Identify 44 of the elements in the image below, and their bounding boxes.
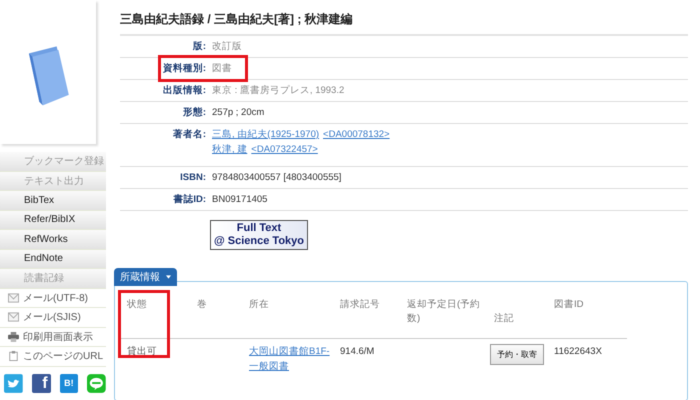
record-title: 三島由紀夫語録 / 三島由紀夫[著] ; 秋津建編 bbox=[120, 11, 354, 28]
field-value: 改訂版 bbox=[212, 41, 242, 52]
caret-icon bbox=[166, 275, 171, 279]
document-icon bbox=[8, 351, 19, 362]
holdings-tab[interactable]: 所蔵情報 bbox=[114, 268, 177, 286]
column-header: 所在 bbox=[243, 298, 334, 339]
facebook-icon[interactable]: f bbox=[32, 374, 51, 392]
field-label: 出版情報: bbox=[162, 85, 206, 96]
column-header: 返却予定日(予約数) bbox=[401, 298, 488, 339]
column-header: 注記 bbox=[488, 298, 548, 339]
envelope-icon bbox=[8, 312, 19, 322]
sidebar-button[interactable]: EndNote bbox=[0, 250, 106, 269]
bird-icon[interactable] bbox=[4, 374, 23, 392]
author-link[interactable]: 三島, 由紀夫(1925-1970) bbox=[212, 129, 320, 140]
column-header: 請求記号 bbox=[334, 298, 401, 339]
envelope-icon bbox=[8, 292, 19, 303]
printer-icon bbox=[8, 332, 19, 342]
sidebar-button[interactable]: RefWorks bbox=[0, 230, 106, 250]
field-value: 東京 : 鷹書房弓プレス, 1993.2 bbox=[212, 85, 344, 96]
author-link[interactable]: <DA07322457> bbox=[251, 144, 318, 155]
author-link[interactable]: <DA00078132> bbox=[323, 129, 390, 140]
sidebar-button[interactable]: Refer/BibIX bbox=[0, 210, 106, 230]
field-value: 9784803400557 [4803400555] bbox=[212, 172, 342, 183]
field-label: 書誌ID: bbox=[172, 194, 206, 205]
field-label: 著者名: bbox=[172, 129, 206, 142]
column-header: 巻 bbox=[191, 298, 243, 339]
field-label: 形態: bbox=[182, 107, 206, 118]
sidebar-button[interactable]: BibTex bbox=[0, 191, 106, 210]
field-value: BN09171405 bbox=[212, 194, 268, 205]
reserve-button[interactable]: 予約・取寄 bbox=[490, 344, 544, 365]
column-header: 状態 bbox=[121, 298, 191, 339]
field-value: 図書 bbox=[212, 63, 232, 74]
column-header: 図書ID bbox=[548, 298, 627, 339]
field-label: 資料種別: bbox=[162, 63, 206, 74]
table-cell-text: 11622643X bbox=[553, 345, 603, 359]
full-text-link[interactable]: Full Text @ Science Tokyo bbox=[210, 220, 308, 250]
location-link[interactable]: 大岡山図書館B1F-一般図書 bbox=[249, 344, 330, 374]
table-cell-text: 914.6/M bbox=[339, 345, 376, 359]
field-label: 版: bbox=[192, 41, 206, 52]
bookmark-icon[interactable]: B! bbox=[60, 374, 78, 392]
field-label: ISBN: bbox=[179, 172, 206, 183]
chat-bubble-icon[interactable] bbox=[87, 374, 106, 392]
field-value: 257p ; 20cm bbox=[212, 107, 264, 118]
author-link[interactable]: 秋津, 建 bbox=[212, 144, 248, 155]
